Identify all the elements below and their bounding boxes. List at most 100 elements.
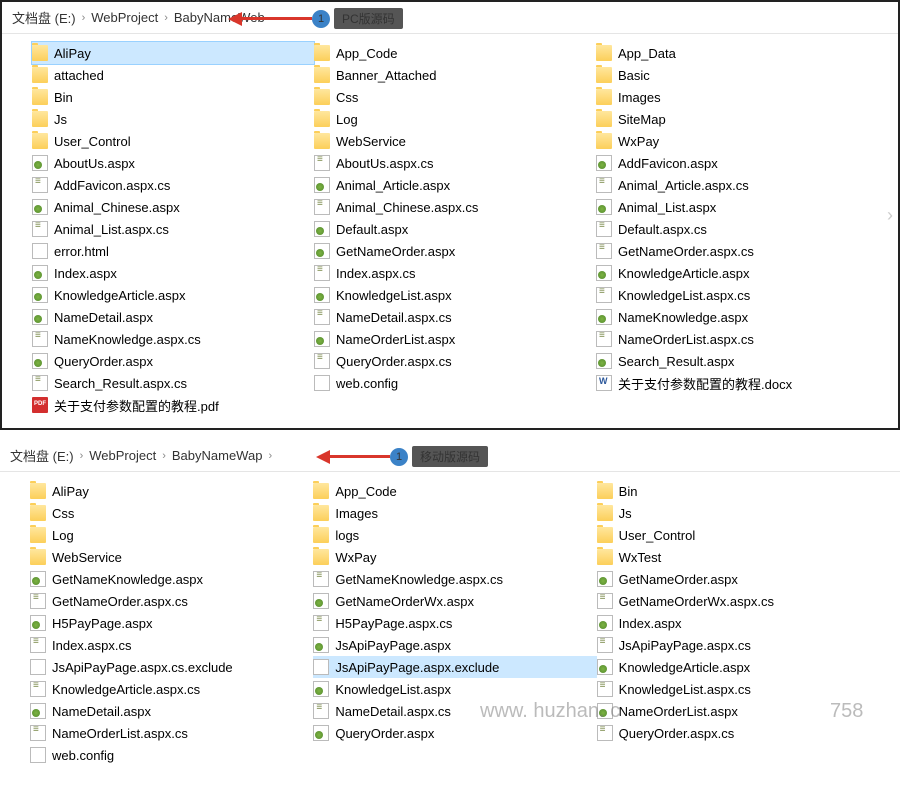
file-item[interactable]: JsApiPayPage.aspx <box>313 634 596 656</box>
file-item[interactable]: KnowledgeList.aspx <box>314 284 596 306</box>
file-item[interactable]: web.config <box>30 744 313 766</box>
file-item[interactable]: Animal_List.aspx <box>596 196 878 218</box>
file-item[interactable]: WxPay <box>596 130 878 152</box>
file-item[interactable]: JsApiPayPage.aspx.cs <box>597 634 880 656</box>
breadcrumb[interactable]: 文档盘 (E:) › WebProject › BabyNameWap › 1 … <box>0 440 900 472</box>
file-item[interactable]: Animal_Chinese.aspx <box>32 196 314 218</box>
breadcrumb-seg[interactable]: BabyNameWap <box>172 448 263 463</box>
file-item[interactable]: Index.aspx <box>32 262 314 284</box>
file-item[interactable]: User_Control <box>32 130 314 152</box>
file-item[interactable]: Basic <box>596 64 878 86</box>
file-name: QueryOrder.aspx.cs <box>336 354 452 369</box>
file-item[interactable]: KnowledgeList.aspx.cs <box>597 678 880 700</box>
file-item[interactable]: QueryOrder.aspx.cs <box>314 350 596 372</box>
file-item[interactable]: WebService <box>314 130 596 152</box>
file-item[interactable]: AboutUs.aspx <box>32 152 314 174</box>
file-item[interactable]: AddFavicon.aspx <box>596 152 878 174</box>
file-item[interactable]: GetNameKnowledge.aspx.cs <box>313 568 596 590</box>
breadcrumb-seg[interactable]: WebProject <box>91 10 158 25</box>
file-item[interactable]: NameOrderList.aspx <box>314 328 596 350</box>
file-item[interactable]: WebService <box>30 546 313 568</box>
file-item[interactable]: JsApiPayPage.aspx.exclude <box>313 656 596 678</box>
file-item[interactable]: Animal_Chinese.aspx.cs <box>314 196 596 218</box>
file-item[interactable]: Images <box>313 502 596 524</box>
file-item[interactable]: attached <box>32 64 314 86</box>
file-item[interactable]: AliPay <box>32 42 314 64</box>
file-item[interactable]: Index.aspx.cs <box>314 262 596 284</box>
file-item[interactable]: Index.aspx <box>597 612 880 634</box>
annotation-arrow: 1 移动版源码 <box>330 446 488 467</box>
file-item[interactable]: Search_Result.aspx <box>596 350 878 372</box>
file-item[interactable]: App_Code <box>313 480 596 502</box>
file-item[interactable]: WxTest <box>597 546 880 568</box>
file-item[interactable]: Animal_Article.aspx <box>314 174 596 196</box>
file-item[interactable]: NameDetail.aspx.cs <box>313 700 596 722</box>
file-item[interactable]: NameOrderList.aspx <box>597 700 880 722</box>
file-item[interactable]: KnowledgeArticle.aspx.cs <box>30 678 313 700</box>
file-item[interactable]: Bin <box>32 86 314 108</box>
file-item[interactable]: GetNameOrderWx.aspx.cs <box>597 590 880 612</box>
file-item[interactable]: Default.aspx <box>314 218 596 240</box>
file-item[interactable]: Js <box>597 502 880 524</box>
file-item[interactable]: NameDetail.aspx <box>32 306 314 328</box>
file-item[interactable]: web.config <box>314 372 596 394</box>
file-item[interactable]: NameOrderList.aspx.cs <box>30 722 313 744</box>
file-item[interactable]: QueryOrder.aspx.cs <box>597 722 880 744</box>
file-item[interactable]: NameDetail.aspx <box>30 700 313 722</box>
file-item[interactable]: H5PayPage.aspx.cs <box>313 612 596 634</box>
cs-icon <box>314 353 330 369</box>
blank-icon <box>313 659 329 675</box>
breadcrumb-seg[interactable]: 文档盘 (E:) <box>10 446 74 465</box>
file-item[interactable]: GetNameKnowledge.aspx <box>30 568 313 590</box>
folder-icon <box>30 549 46 565</box>
file-item[interactable]: AliPay <box>30 480 313 502</box>
file-item[interactable]: SiteMap <box>596 108 878 130</box>
file-item[interactable]: WxPay <box>313 546 596 568</box>
file-item[interactable]: NameDetail.aspx.cs <box>314 306 596 328</box>
file-item[interactable]: Css <box>314 86 596 108</box>
file-item[interactable]: Css <box>30 502 313 524</box>
file-item[interactable]: 关于支付参数配置的教程.docx <box>596 372 878 394</box>
breadcrumb-seg[interactable]: 文档盘 (E:) <box>12 8 76 27</box>
file-item[interactable]: Banner_Attached <box>314 64 596 86</box>
breadcrumb-seg[interactable]: WebProject <box>89 448 156 463</box>
file-item[interactable]: logs <box>313 524 596 546</box>
file-item[interactable]: H5PayPage.aspx <box>30 612 313 634</box>
breadcrumb[interactable]: 文档盘 (E:) › WebProject › BabyNameWeb 1 PC… <box>2 2 898 34</box>
file-item[interactable]: GetNameOrder.aspx.cs <box>596 240 878 262</box>
file-item[interactable]: User_Control <box>597 524 880 546</box>
file-item[interactable]: NameKnowledge.aspx.cs <box>32 328 314 350</box>
file-item[interactable]: NameKnowledge.aspx <box>596 306 878 328</box>
file-item[interactable]: KnowledgeList.aspx.cs <box>596 284 878 306</box>
file-item[interactable]: GetNameOrder.aspx <box>314 240 596 262</box>
file-item[interactable]: GetNameOrderWx.aspx <box>313 590 596 612</box>
file-item[interactable]: Images <box>596 86 878 108</box>
file-item[interactable]: Js <box>32 108 314 130</box>
file-item[interactable]: QueryOrder.aspx <box>32 350 314 372</box>
file-item[interactable]: Animal_Article.aspx.cs <box>596 174 878 196</box>
file-item[interactable]: Bin <box>597 480 880 502</box>
file-item[interactable]: NameOrderList.aspx.cs <box>596 328 878 350</box>
scroll-right-icon[interactable]: › <box>880 195 900 235</box>
file-item[interactable]: KnowledgeArticle.aspx <box>596 262 878 284</box>
file-item[interactable]: GetNameOrder.aspx <box>597 568 880 590</box>
file-item[interactable]: KnowledgeList.aspx <box>313 678 596 700</box>
file-item[interactable]: Log <box>314 108 596 130</box>
file-item[interactable]: JsApiPayPage.aspx.cs.exclude <box>30 656 313 678</box>
file-item[interactable]: Index.aspx.cs <box>30 634 313 656</box>
file-item[interactable]: QueryOrder.aspx <box>313 722 596 744</box>
file-item[interactable]: GetNameOrder.aspx.cs <box>30 590 313 612</box>
file-item[interactable]: Log <box>30 524 313 546</box>
file-name: NameOrderList.aspx.cs <box>618 332 754 347</box>
file-item[interactable]: error.html <box>32 240 314 262</box>
file-item[interactable]: KnowledgeArticle.aspx <box>597 656 880 678</box>
file-item[interactable]: AddFavicon.aspx.cs <box>32 174 314 196</box>
file-item[interactable]: Animal_List.aspx.cs <box>32 218 314 240</box>
file-item[interactable]: KnowledgeArticle.aspx <box>32 284 314 306</box>
file-item[interactable]: Search_Result.aspx.cs <box>32 372 314 394</box>
file-item[interactable]: 关于支付参数配置的教程.pdf <box>32 394 314 416</box>
file-item[interactable]: App_Code <box>314 42 596 64</box>
file-item[interactable]: App_Data <box>596 42 878 64</box>
file-item[interactable]: AboutUs.aspx.cs <box>314 152 596 174</box>
file-item[interactable]: Default.aspx.cs <box>596 218 878 240</box>
